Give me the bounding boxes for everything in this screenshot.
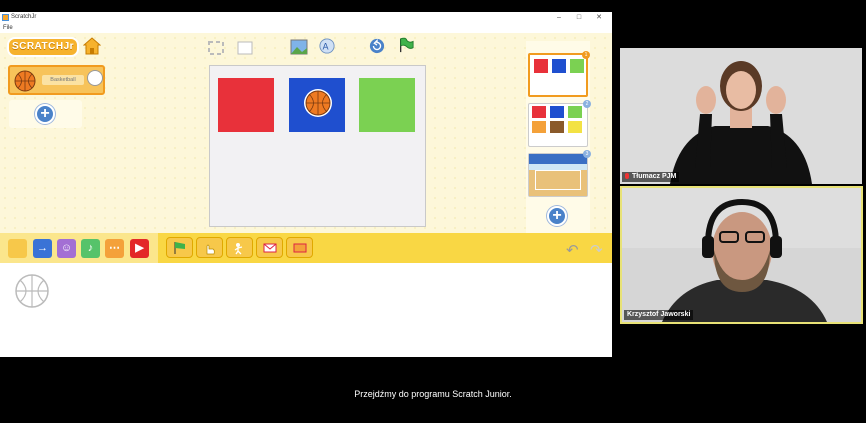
minimize-button[interactable]: –	[552, 13, 566, 22]
mic-muted-icon	[625, 173, 629, 179]
envelope-send-icon	[293, 243, 307, 253]
scratchjr-logo[interactable]: SCRATCHJr	[7, 37, 79, 57]
stage-square-red	[218, 78, 274, 132]
close-button[interactable]: ✕	[592, 13, 606, 22]
subtitle-caption: Przejdźmy do programu Scratch Junior.	[354, 389, 512, 399]
green-flag-icon[interactable]	[397, 37, 415, 53]
basketball-icon	[14, 70, 36, 92]
category-control[interactable]: ⋯	[105, 239, 124, 258]
add-page-button[interactable]: +	[547, 206, 567, 226]
full-screen-icon[interactable]	[207, 40, 225, 56]
app-icon	[2, 14, 9, 21]
basketball-outline-icon	[15, 274, 49, 308]
video-tile-speaker[interactable]: Krzysztof Jaworski	[620, 186, 863, 324]
block-on-tap[interactable]	[196, 237, 223, 258]
reset-characters-icon[interactable]	[368, 38, 386, 54]
sprite-name[interactable]: Basketball	[42, 75, 84, 85]
block-send-message[interactable]	[286, 237, 313, 258]
participant-video	[620, 48, 862, 184]
add-sprite-button[interactable]: +	[35, 104, 55, 124]
block-green-flag[interactable]	[166, 237, 193, 258]
menu-bar: File	[0, 24, 612, 33]
add-text-icon[interactable]: A	[318, 38, 336, 54]
basketball-sprite-icon[interactable]	[303, 88, 333, 118]
page-thumbnail-3[interactable]: 3	[528, 150, 591, 197]
green-flag-icon	[174, 242, 185, 254]
category-triggering[interactable]	[8, 239, 27, 258]
page-number: 2	[583, 100, 591, 108]
page-thumbnail-1[interactable]: 1	[528, 51, 590, 97]
menu-file[interactable]: File	[3, 25, 13, 31]
undo-button[interactable]: ↶	[566, 241, 579, 259]
page-number: 1	[582, 51, 590, 59]
window-title: ScratchJr	[11, 14, 37, 20]
category-end[interactable]: ▶	[130, 239, 149, 258]
page-number: 3	[583, 150, 591, 158]
stage-square-green	[359, 78, 415, 132]
category-motion[interactable]: →	[33, 239, 52, 258]
add-sprite-area: +	[9, 100, 82, 128]
hand-tap-icon	[206, 244, 215, 255]
change-background-icon[interactable]	[290, 39, 308, 55]
pages-panel: 1 2 3 +	[526, 41, 591, 237]
maximize-button[interactable]: □	[572, 13, 586, 22]
title-bar: ScratchJr – □ ✕	[0, 12, 612, 24]
stage[interactable]	[209, 65, 426, 227]
paint-editor-icon[interactable]	[87, 70, 103, 86]
script-area[interactable]	[0, 263, 612, 357]
participant-name-label: Krzysztof Jaworski	[624, 310, 694, 320]
scratchjr-window: ScratchJr – □ ✕ File SCRATCHJr Basketbal…	[0, 12, 612, 357]
home-icon[interactable]	[83, 37, 101, 55]
sprite-item-basketball[interactable]: Basketball	[8, 65, 105, 95]
stage-square-blue	[289, 78, 345, 132]
svg-text:A: A	[323, 43, 329, 53]
category-sound[interactable]: ♪	[81, 239, 100, 258]
page-thumbnail-2[interactable]: 2	[528, 100, 591, 147]
envelope-icon	[263, 243, 277, 253]
grid-icon[interactable]	[236, 40, 254, 56]
participant-video	[622, 188, 861, 322]
scratchjr-editor: SCRATCHJr Basketball + A 1 2 3 + → ☺ ♪ ⋯…	[0, 33, 612, 357]
bump-icon	[234, 243, 243, 255]
block-palette: → ☺ ♪ ⋯ ▶ ↶ ↷	[0, 233, 612, 263]
category-looks[interactable]: ☺	[57, 239, 76, 258]
redo-button[interactable]: ↷	[590, 241, 603, 259]
video-tile-interpreter[interactable]: Tłumacz PJM	[620, 48, 862, 184]
block-on-bump[interactable]	[226, 237, 253, 258]
block-receive-message[interactable]	[256, 237, 283, 258]
participant-name-label: Tłumacz PJM	[622, 172, 680, 182]
